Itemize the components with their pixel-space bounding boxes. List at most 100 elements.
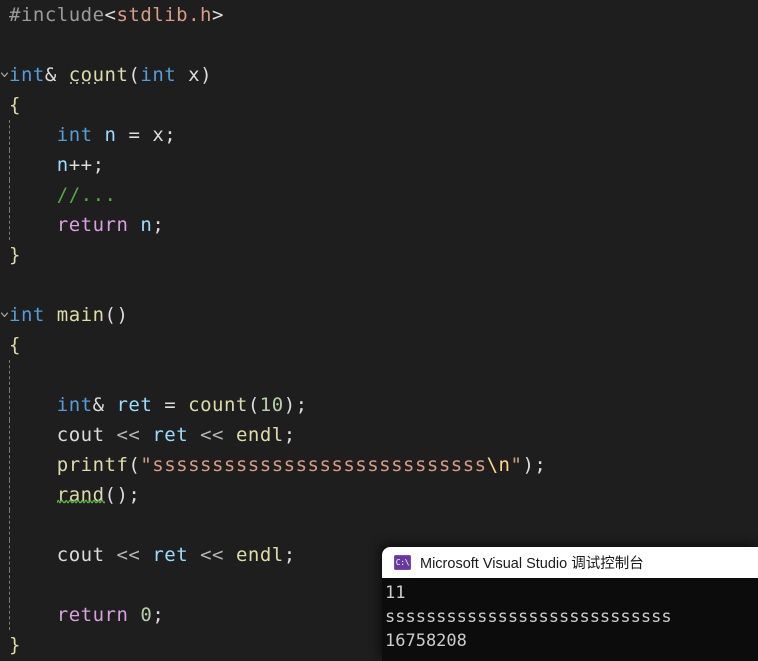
code-token: & <box>44 64 69 86</box>
console-output-line: 16758208 <box>385 631 467 651</box>
indent-guide <box>9 600 10 630</box>
console-output-area[interactable]: 11 ssssssssssssssssssssssssssss 16758208 <box>382 578 758 661</box>
console-output-line: ssssssssssssssssssssssssssss <box>385 607 672 627</box>
code-line-text: } <box>9 240 21 270</box>
code-token: ret <box>152 544 189 566</box>
code-token: printf <box>56 454 129 476</box>
code-line-text: { <box>9 90 21 120</box>
debug-console-window[interactable]: C:\ Microsoft Visual Studio 调试控制台 11 ssss… <box>382 547 758 661</box>
indent-guide <box>9 480 10 510</box>
code-token: () <box>104 484 129 506</box>
chevron-down-icon[interactable] <box>0 311 9 320</box>
code-line-text: #include<stdlib.h> <box>9 0 224 30</box>
indent-guide <box>9 150 10 180</box>
code-line[interactable]: //... <box>0 180 758 210</box>
code-line[interactable]: return n; <box>0 210 758 240</box>
code-line[interactable]: { <box>0 330 758 360</box>
code-line-text: } <box>9 630 21 660</box>
code-token: { <box>9 94 21 116</box>
code-line-text: n++; <box>9 150 105 180</box>
console-app-icon-label: C:\ <box>395 557 410 567</box>
code-line[interactable]: rand(); <box>0 480 758 510</box>
code-line-text: int& count(int x) <box>9 60 212 90</box>
code-token: x <box>152 124 165 146</box>
code-token: } <box>9 244 21 266</box>
console-app-icon: C:\ <box>394 555 411 570</box>
code-line[interactable]: n++; <box>0 150 758 180</box>
code-token: & <box>92 394 117 416</box>
code-token: ) <box>200 64 213 86</box>
code-token: x <box>188 64 201 86</box>
code-line[interactable] <box>0 30 758 60</box>
code-token: return <box>56 214 129 236</box>
code-token: ++; <box>68 154 105 176</box>
code-line[interactable] <box>0 270 758 300</box>
code-token: > <box>211 4 224 26</box>
code-line[interactable]: int n = x; <box>0 120 758 150</box>
console-output-line: 11 <box>385 583 406 603</box>
code-token: ; <box>283 544 296 566</box>
code-token: int <box>56 394 93 416</box>
code-token: #include <box>9 4 105 26</box>
code-line[interactable] <box>0 360 758 390</box>
code-line[interactable]: cout << ret << endl; <box>0 420 758 450</box>
indent-guide <box>9 210 10 240</box>
code-token: ; <box>152 214 165 236</box>
code-token: << <box>116 544 141 566</box>
code-line[interactable]: int main() <box>0 300 758 330</box>
code-line-text: rand(); <box>9 480 140 510</box>
code-token: ); <box>283 394 308 416</box>
code-line[interactable]: { <box>0 90 758 120</box>
code-token: "ssssssssssssssssssssssssssss <box>140 454 487 476</box>
code-line[interactable]: int& count(int x) <box>0 60 758 90</box>
code-line[interactable] <box>0 510 758 540</box>
code-line[interactable]: #include<stdlib.h> <box>0 0 758 30</box>
code-token: int <box>9 304 45 326</box>
code-token: main <box>56 304 105 326</box>
code-line-text: { <box>9 330 21 360</box>
code-token: ; <box>283 424 296 446</box>
indent-guide <box>9 180 10 210</box>
code-token: n <box>140 214 153 236</box>
code-line[interactable]: int& ret = count(10); <box>0 390 758 420</box>
console-titlebar[interactable]: C:\ Microsoft Visual Studio 调试控制台 <box>382 547 758 578</box>
code-line[interactable]: } <box>0 240 758 270</box>
code-token: ; <box>128 484 141 506</box>
indent-guide <box>9 360 10 390</box>
indent-guide <box>9 120 10 150</box>
code-token: 10 <box>259 394 284 416</box>
code-token: ; <box>152 604 165 626</box>
code-token: 0 <box>140 604 153 626</box>
console-title-label: Microsoft Visual Studio 调试控制台 <box>420 556 644 572</box>
code-token: int <box>56 124 93 146</box>
code-line-text: int n = x; <box>9 120 176 150</box>
code-token: << <box>116 424 141 446</box>
code-line-text: int& ret = count(10); <box>9 390 308 420</box>
code-token: < <box>104 4 117 26</box>
indent-guide <box>9 540 10 570</box>
chevron-down-icon[interactable] <box>0 71 9 80</box>
indent-guide <box>9 420 10 450</box>
code-token: << <box>200 544 224 566</box>
code-token: cout <box>56 544 105 566</box>
code-line-text: int main() <box>9 300 128 330</box>
code-token: n <box>56 154 69 176</box>
code-line[interactable]: printf("ssssssssssssssssssssssssssss\n")… <box>0 450 758 480</box>
code-token: \n <box>486 454 511 476</box>
